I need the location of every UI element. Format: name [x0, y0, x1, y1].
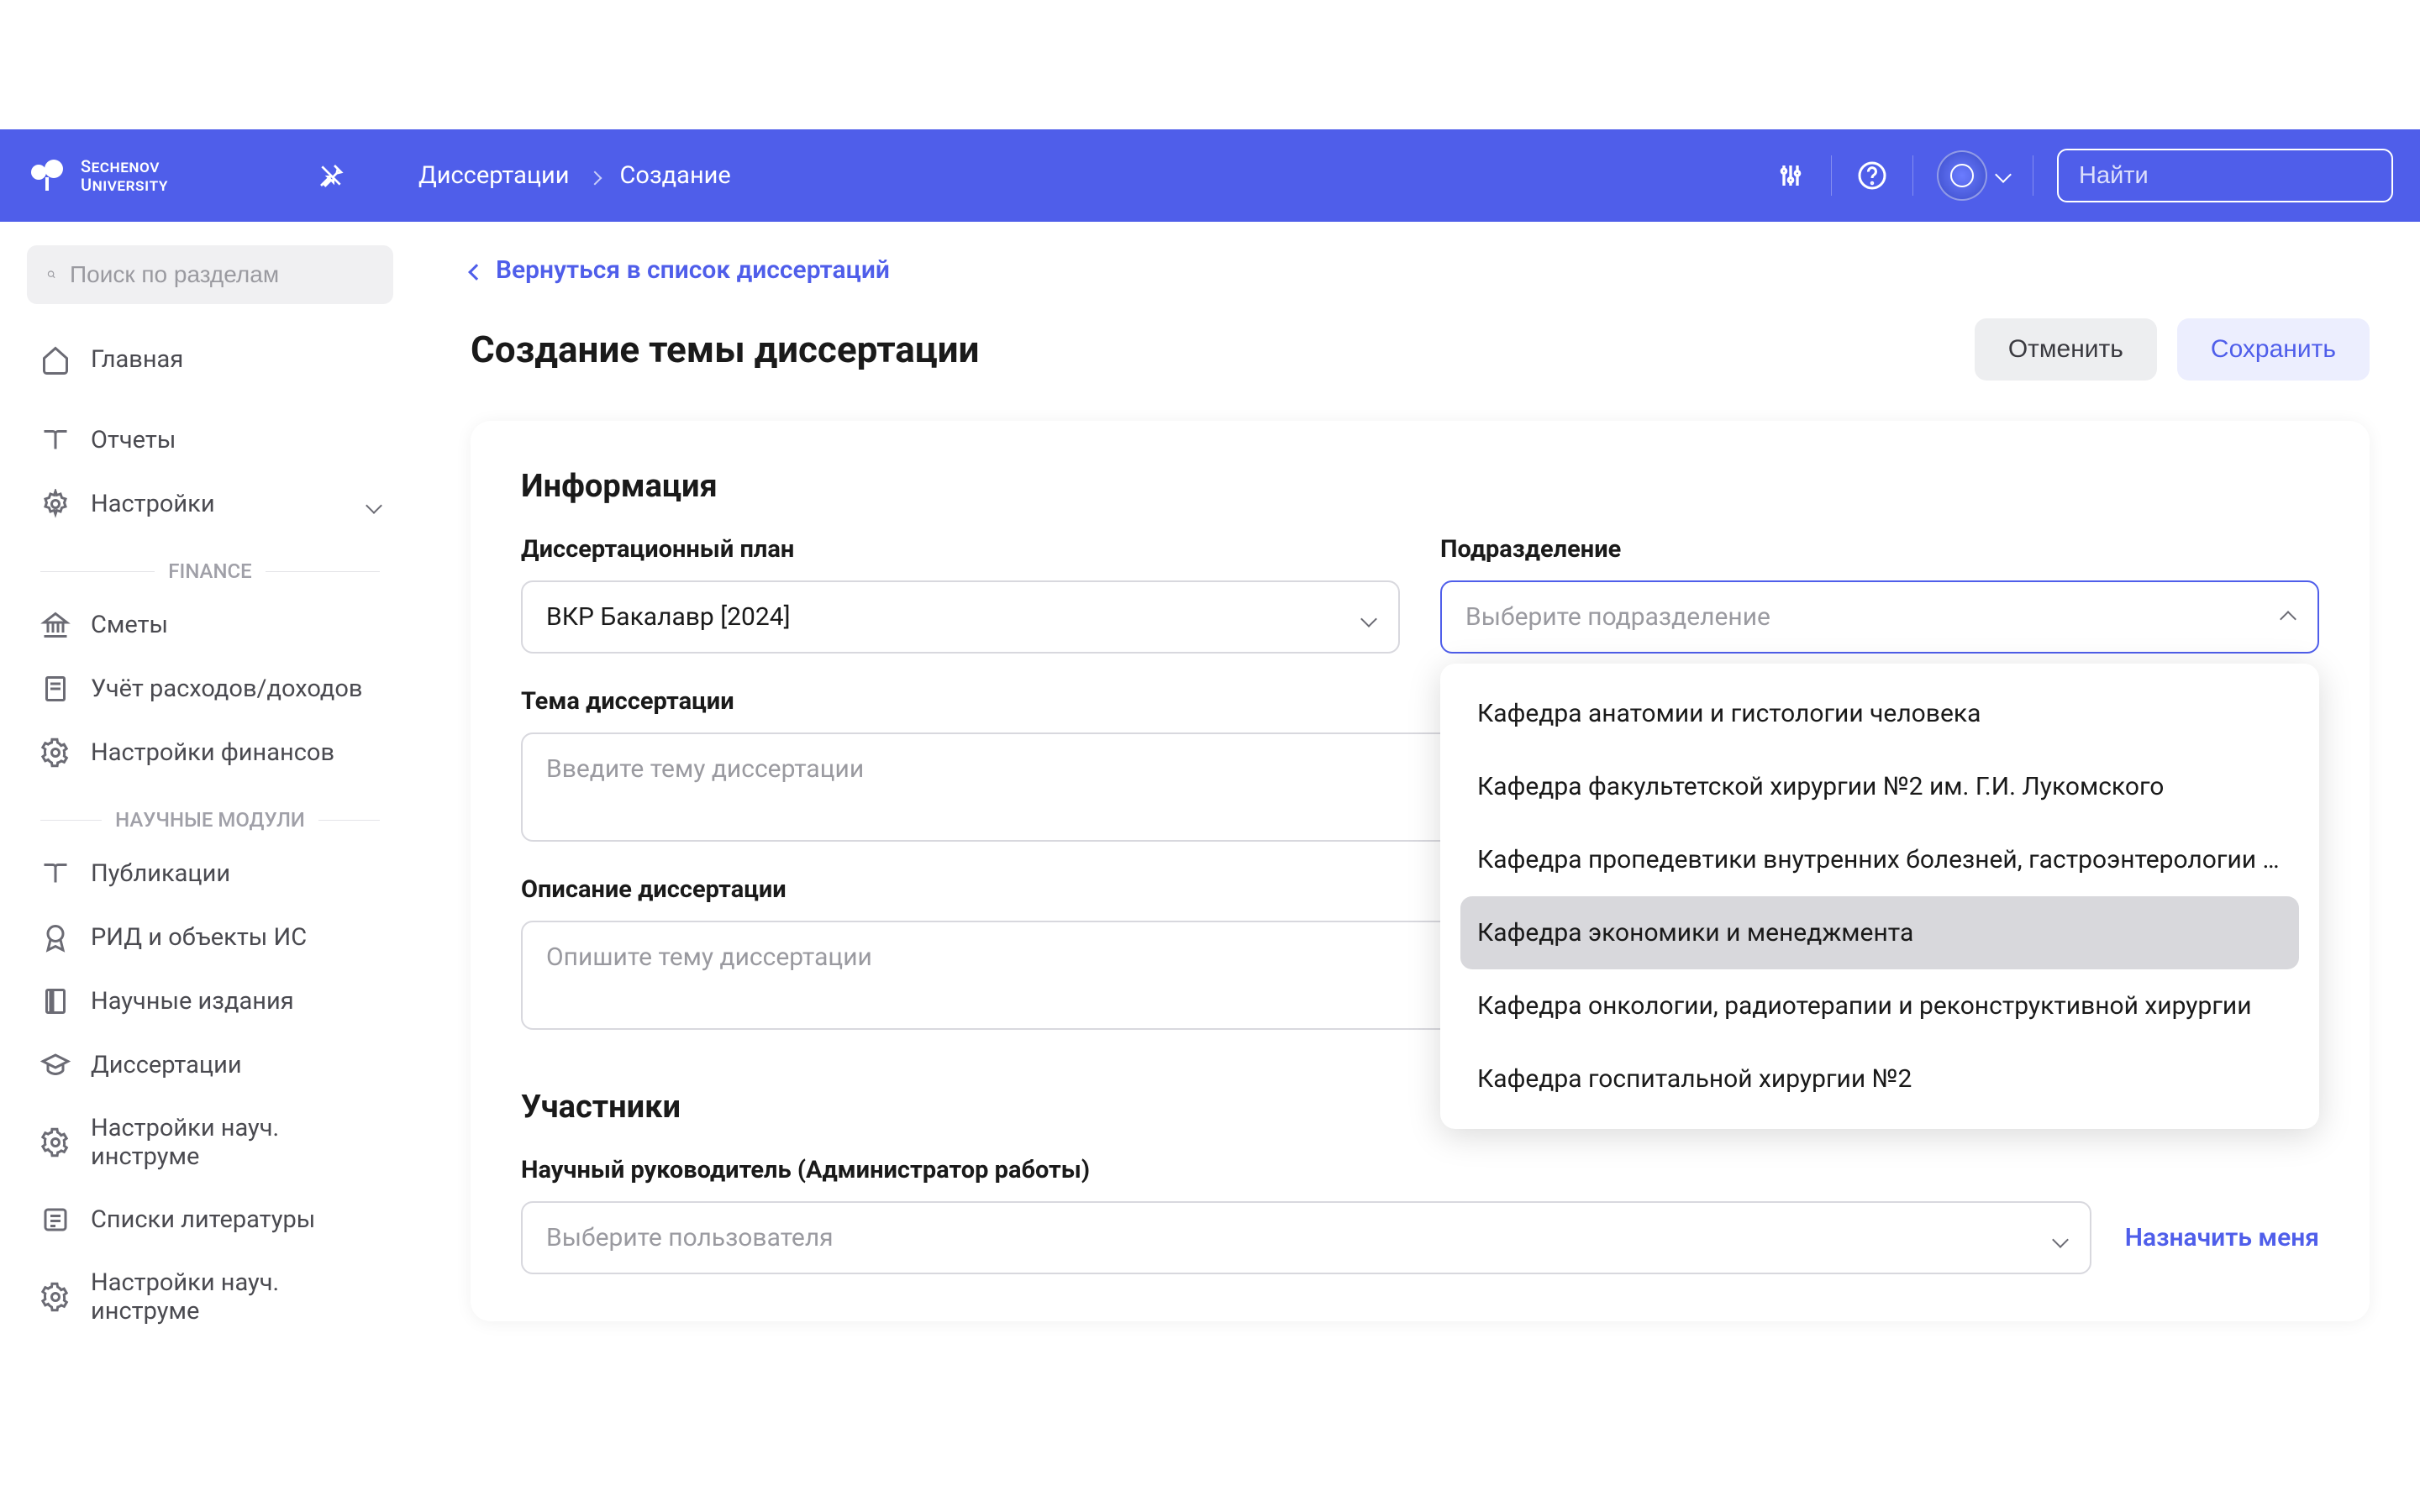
pin-icon[interactable]: [314, 159, 348, 192]
cancel-button[interactable]: Отменить: [1975, 318, 2157, 381]
sidebar-item-settings[interactable]: Настройки: [27, 472, 393, 536]
help-icon[interactable]: [1855, 159, 1889, 192]
logo[interactable]: Sechenov University: [27, 155, 168, 196]
global-search[interactable]: [2057, 149, 2393, 202]
sidebar-search[interactable]: [27, 245, 393, 304]
dept-option-0[interactable]: Кафедра анатомии и гистологии человека: [1440, 677, 2319, 750]
sidebar-item-label: Отчеты: [91, 426, 176, 454]
sidebar-item-label: РИД и объекты ИС: [91, 923, 307, 952]
chevron-down-icon: [368, 490, 380, 518]
save-button[interactable]: Сохранить: [2177, 318, 2370, 381]
back-link[interactable]: Вернуться в список диссертаций: [471, 255, 2370, 285]
avatar: [1937, 150, 1987, 201]
dept-placeholder: Выберите подразделение: [1465, 602, 1770, 632]
gear-icon: [40, 738, 71, 768]
chevron-left-icon: [471, 255, 482, 285]
sidebar-item-label: Настройки науч. инструме: [91, 1114, 380, 1171]
dept-option-5[interactable]: Кафедра госпитальной хирургии №2: [1440, 1042, 2319, 1116]
award-icon: [40, 922, 71, 953]
sidebar-item-dissertations[interactable]: Диссертации: [27, 1033, 393, 1097]
assign-me-link[interactable]: Назначить меня: [2125, 1223, 2319, 1252]
cap-icon: [40, 1050, 71, 1080]
sidebar-item-label: Научные издания: [91, 987, 294, 1016]
dept-option-1[interactable]: Кафедра факультетской хирургии №2 им. Г.…: [1440, 750, 2319, 823]
chevron-right-icon: [590, 161, 600, 190]
receipt-icon: [40, 674, 71, 704]
plan-value: ВКР Бакалавр [2024]: [546, 602, 791, 632]
sidebar: Главная Отчеты Настройки FINANCE: [0, 222, 420, 1512]
sidebar-item-label: Списки литературы: [91, 1205, 315, 1234]
sidebar-item-rid[interactable]: РИД и объекты ИС: [27, 906, 393, 969]
sidebar-item-journals[interactable]: Научные издания: [27, 969, 393, 1033]
breadcrumb-item-1: Создание: [620, 161, 731, 190]
logo-text: Sechenov University: [81, 157, 168, 194]
journal-icon: [40, 986, 71, 1016]
sidebar-item-accounting[interactable]: Учёт расходов/доходов: [27, 657, 393, 721]
search-icon: [47, 263, 56, 286]
dept-label: Подразделение: [1440, 535, 2319, 564]
back-link-label: Вернуться в список диссертаций: [496, 255, 890, 285]
sidebar-item-estimates[interactable]: Сметы: [27, 593, 393, 657]
chevron-up-icon: [2282, 602, 2294, 632]
sidebar-item-label: Настройки науч. инструме: [91, 1268, 380, 1326]
plan-select[interactable]: ВКР Бакалавр [2024]: [521, 580, 1400, 654]
sidebar-item-label: Главная: [91, 345, 183, 374]
settings-sliders-icon[interactable]: [1774, 159, 1807, 192]
sidebar-item-sci-settings-2[interactable]: Настройки науч. инструме: [27, 1252, 393, 1342]
sidebar-item-home[interactable]: Главная: [27, 328, 393, 391]
sidebar-item-publications[interactable]: Публикации: [27, 842, 393, 906]
sidebar-section-science: НАУЧНЫЕ МОДУЛИ: [27, 785, 393, 842]
dept-option-4[interactable]: Кафедра онкологии, радиотерапии и реконс…: [1440, 969, 2319, 1042]
gear-icon: [40, 489, 71, 519]
sidebar-search-input[interactable]: [70, 261, 373, 288]
sidebar-item-label: Настройки финансов: [91, 738, 334, 767]
user-menu[interactable]: [1937, 150, 2009, 201]
chevron-down-icon: [1363, 602, 1375, 632]
breadcrumb-item-0[interactable]: Диссертации: [418, 161, 570, 190]
global-search-input[interactable]: [2079, 162, 2396, 190]
plan-label: Диссертационный план: [521, 535, 1400, 564]
chevron-down-icon: [1997, 168, 2009, 184]
bank-icon: [40, 610, 71, 640]
sidebar-section-finance: FINANCE: [27, 536, 393, 593]
sidebar-item-label: Учёт расходов/доходов: [91, 675, 363, 703]
sidebar-item-label: Настройки: [91, 490, 215, 518]
section-title-info: Информация: [521, 468, 2319, 505]
sidebar-item-label: Сметы: [91, 611, 168, 639]
main: Вернуться в список диссертаций Создание …: [420, 222, 2420, 1512]
dept-select[interactable]: Выберите подразделение: [1440, 580, 2319, 654]
gear-icon: [40, 1127, 71, 1158]
supervisor-label: Научный руководитель (Администратор рабо…: [521, 1156, 2319, 1184]
dept-option-3[interactable]: Кафедра экономики и менеджмента: [1460, 896, 2299, 969]
page-title: Создание темы диссертации: [471, 328, 979, 371]
book-icon: [40, 858, 71, 889]
form-card: Информация Диссертационный план ВКР Бака…: [471, 421, 2370, 1321]
dept-dropdown: Кафедра анатомии и гистологии человека К…: [1440, 664, 2319, 1129]
logo-icon: [27, 155, 67, 196]
sidebar-item-label: Публикации: [91, 859, 230, 888]
list-icon: [40, 1205, 71, 1235]
sidebar-item-sci-settings[interactable]: Настройки науч. инструме: [27, 1097, 393, 1188]
sidebar-item-reports[interactable]: Отчеты: [27, 408, 393, 472]
sidebar-item-label: Диссертации: [91, 1051, 242, 1079]
dept-option-2[interactable]: Кафедра пропедевтики внутренних болезней…: [1440, 823, 2319, 896]
supervisor-placeholder: Выберите пользователя: [546, 1223, 834, 1252]
sidebar-item-finance-settings[interactable]: Настройки финансов: [27, 721, 393, 785]
sidebar-item-bibliography[interactable]: Списки литературы: [27, 1188, 393, 1252]
header: Sechenov University Диссертации Создание: [0, 129, 2420, 222]
chevron-down-icon: [2054, 1223, 2066, 1252]
book-icon: [40, 425, 71, 455]
supervisor-select[interactable]: Выберите пользователя: [521, 1201, 2091, 1274]
gear-icon: [40, 1282, 71, 1312]
home-icon: [40, 344, 71, 375]
breadcrumb: Диссертации Создание: [418, 161, 731, 190]
